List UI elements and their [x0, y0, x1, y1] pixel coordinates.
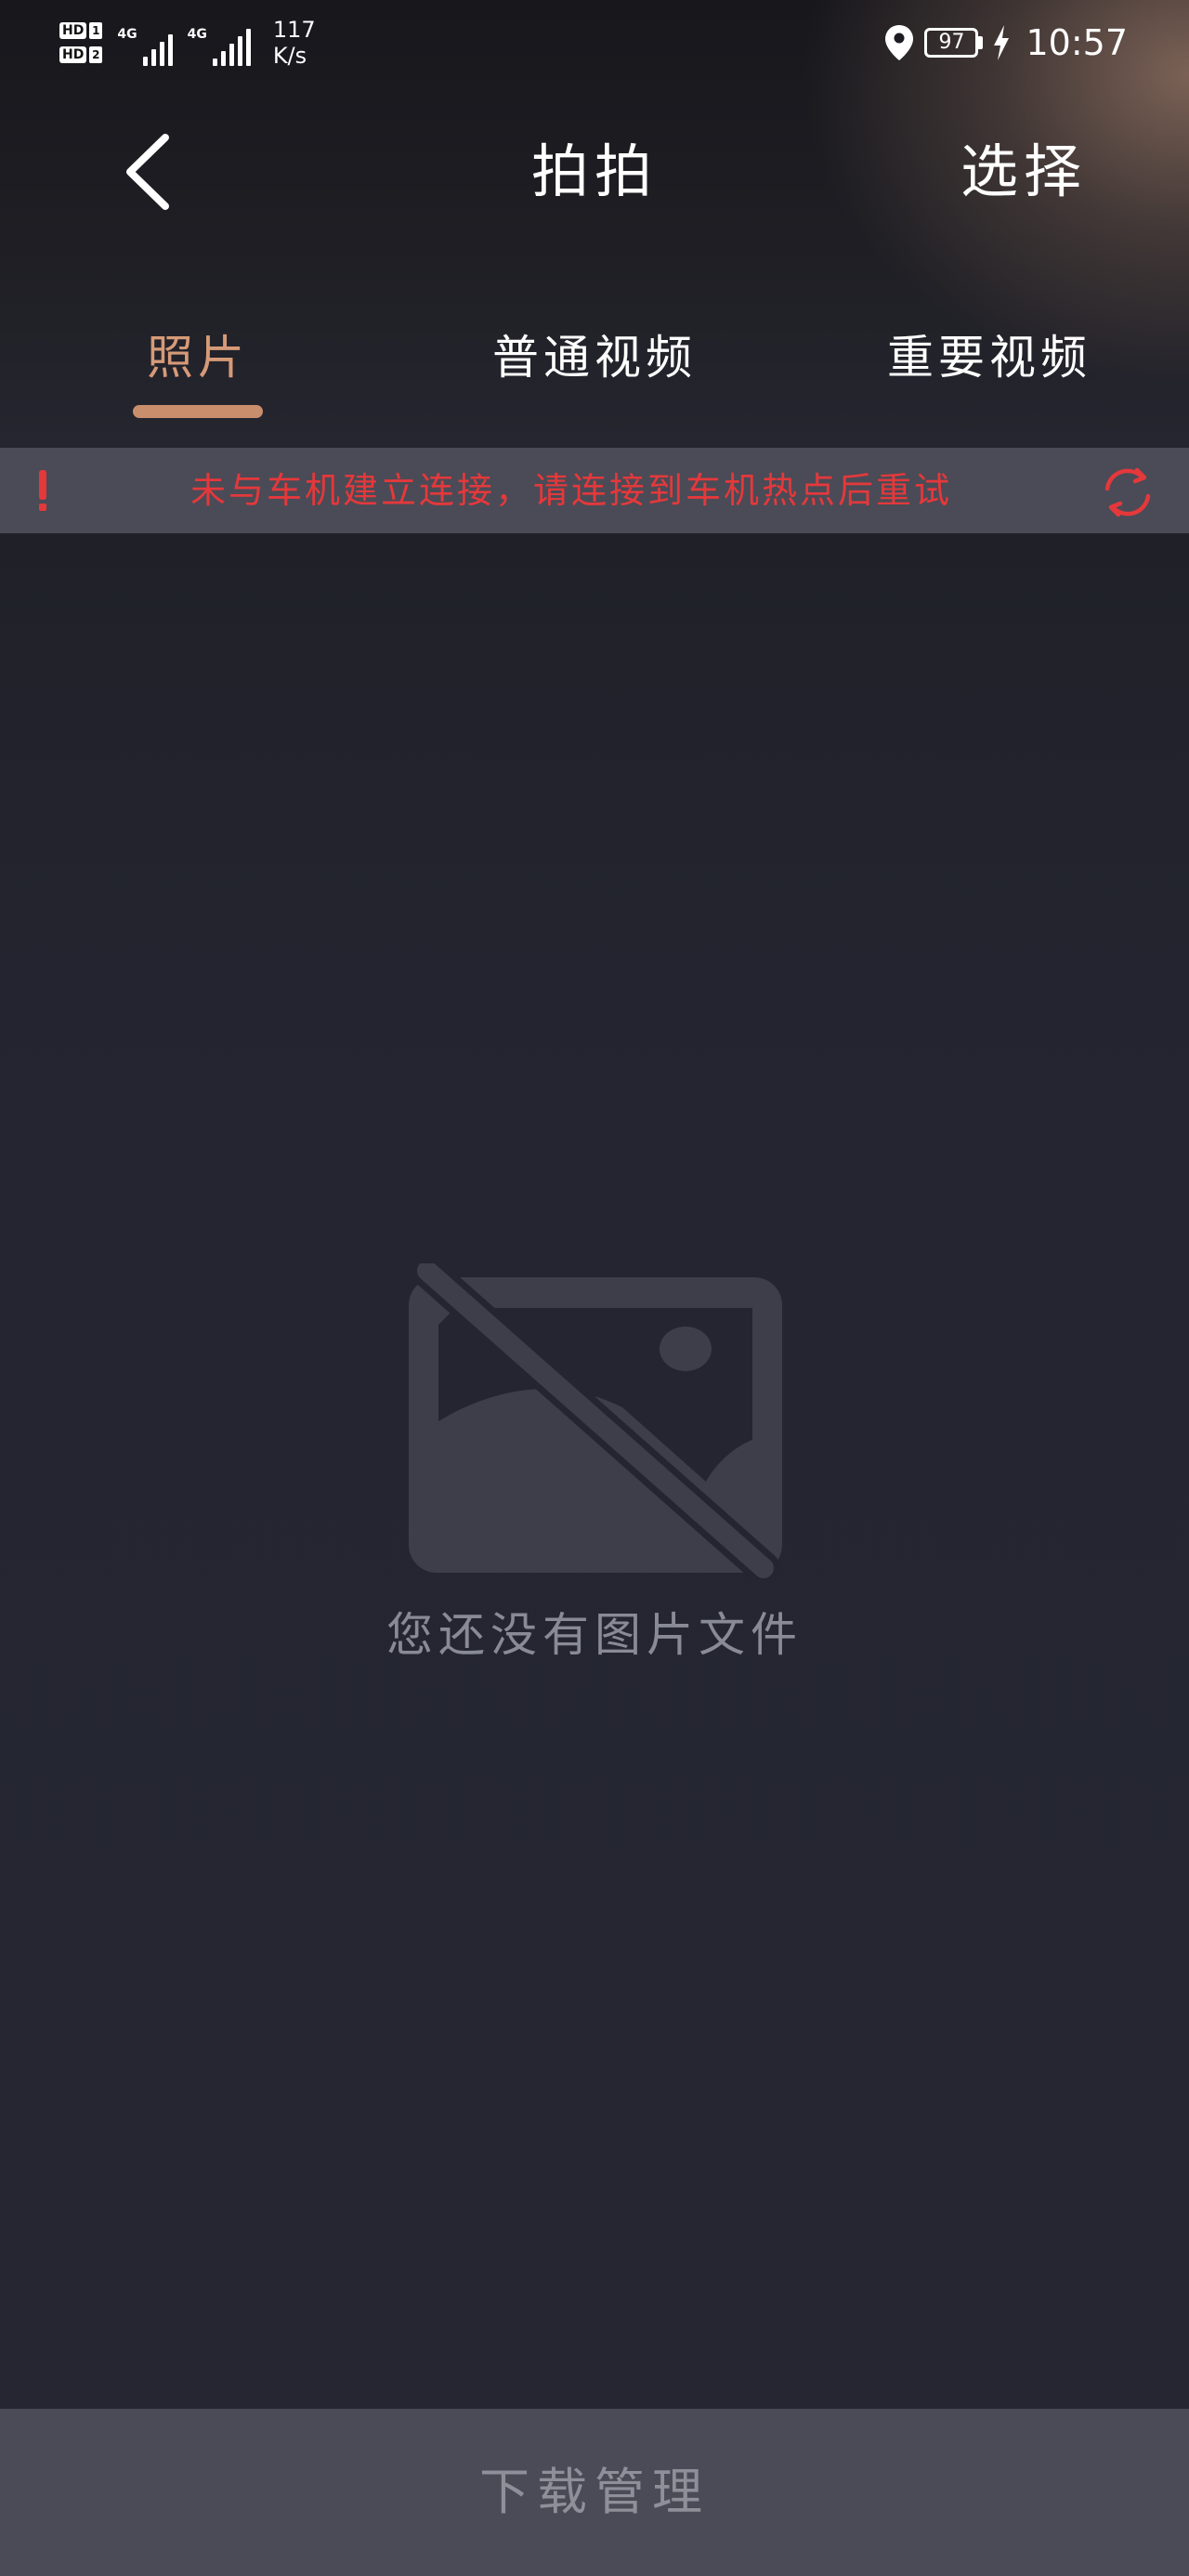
no-image-icon: [409, 1263, 782, 1579]
connection-alert: 未与车机建立连接，请连接到车机热点后重试: [0, 448, 1189, 533]
hd-badge: HD: [59, 46, 87, 63]
sim2-indicator: HD 2: [59, 46, 103, 63]
bottom-bar: 下载管理: [0, 2409, 1189, 2576]
battery-cap: [978, 36, 984, 49]
download-manager-button[interactable]: 下载管理: [0, 2409, 1189, 2576]
speed-unit: K/s: [272, 43, 307, 69]
status-bar: HD 1 HD 2 4G 4G 117 K/s 97 10:57: [0, 0, 1189, 84]
sim-indicators: HD 1 HD 2: [59, 22, 103, 63]
tab-bar: 照片 普通视频 重要视频: [0, 307, 1189, 427]
status-left: HD 1 HD 2 4G 4G 117 K/s: [59, 13, 316, 72]
signal-2: 4G: [188, 20, 251, 66]
network-type-1: 4G: [117, 27, 137, 42]
network-speed: 117 K/s: [273, 17, 316, 69]
battery-level: 97: [924, 28, 979, 58]
status-right: 97 10:57: [883, 17, 1128, 69]
alert-message: 未与车机建立连接，请连接到车机热点后重试: [189, 470, 952, 511]
signal-bars-icon: [212, 29, 251, 66]
charging-bolt-icon: [994, 25, 1010, 60]
empty-state-message: 您还没有图片文件: [386, 1608, 803, 1662]
sim1-number: 1: [89, 22, 103, 39]
tab-photos[interactable]: 照片: [133, 325, 263, 390]
signal-1: 4G: [117, 20, 173, 66]
battery-indicator: 97: [924, 28, 984, 58]
clock: 10:57: [1026, 22, 1128, 63]
hd-badge: HD: [59, 22, 87, 39]
tab-normal-videos[interactable]: 普通视频: [464, 325, 725, 390]
speed-value: 117: [272, 17, 316, 43]
refresh-icon[interactable]: [1100, 464, 1156, 520]
tab-important-videos[interactable]: 重要视频: [859, 325, 1119, 390]
sim2-number: 2: [89, 46, 103, 63]
location-pin-icon: [885, 25, 914, 60]
select-button[interactable]: 选择: [960, 130, 1087, 214]
sim1-indicator: HD 1: [59, 22, 103, 39]
network-type-2: 4G: [187, 27, 207, 42]
signal-bars-icon: [142, 29, 173, 66]
active-tab-indicator: [133, 405, 263, 418]
title-bar: 拍拍 选择: [0, 93, 1189, 251]
